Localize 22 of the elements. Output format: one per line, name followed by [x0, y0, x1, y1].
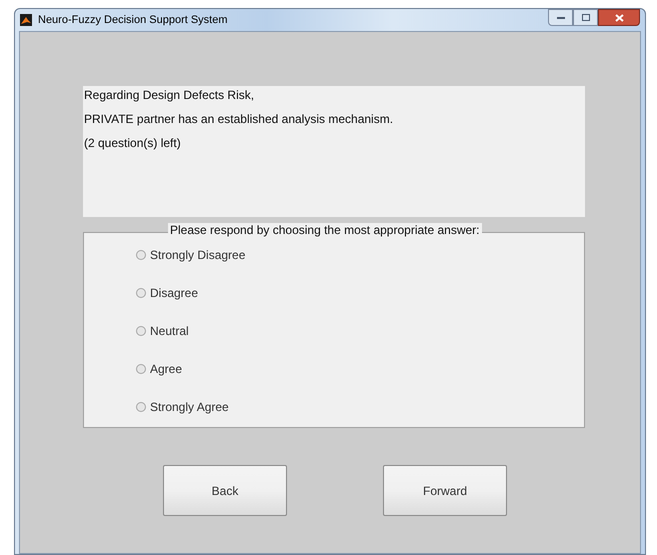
question-text: PRIVATE partner has an established analysis mechanism. [84, 112, 394, 127]
nav-button[interactable]: Forward [383, 465, 507, 516]
window-title: Neuro-Fuzzy Decision Support System [38, 12, 228, 28]
question-text: Regarding Design Defects Risk, [84, 88, 256, 103]
app-icon [20, 14, 32, 26]
group-title: Please respond by choosing the most appropriate answer: [168, 223, 482, 238]
answer-option[interactable]: Agree [136, 361, 182, 377]
answer-option[interactable]: Strongly Disagree [136, 247, 246, 263]
radio-button[interactable] [136, 288, 146, 298]
radio-button[interactable] [136, 402, 146, 412]
maximize-button[interactable] [573, 9, 598, 26]
radio-button[interactable] [136, 364, 146, 374]
question-text: (2 question(s) left) [84, 136, 182, 151]
close-button[interactable] [598, 9, 640, 26]
answer-option[interactable]: Disagree [136, 285, 198, 301]
minimize-button[interactable] [548, 9, 573, 26]
answer-option[interactable]: Strongly Agree [136, 399, 229, 415]
radio-button[interactable] [136, 326, 146, 336]
answer-option[interactable]: Neutral [136, 323, 189, 339]
nav-button[interactable]: Back [163, 465, 287, 516]
radio-button[interactable] [136, 250, 146, 260]
close-icon [614, 14, 624, 22]
